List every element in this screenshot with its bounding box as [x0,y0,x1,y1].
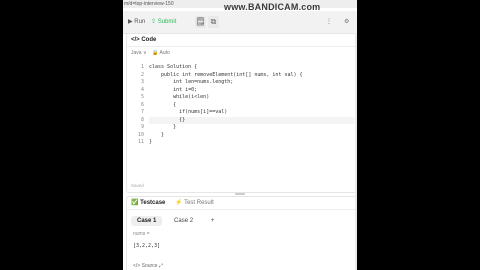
scrollbar[interactable] [355,33,357,270]
screen: m/d=top-interview-150 www.BANDICAM.com ▶… [123,0,357,270]
settings-icon[interactable]: ⚙ [344,16,349,28]
code-line: class Solution { [149,64,198,70]
line-number: 8 [140,116,144,123]
saved-status: Saved [131,183,144,188]
code-line: int len=nums.length; [149,79,234,85]
code-panel-title: </> Code [127,34,356,47]
code-line: } [149,131,165,138]
copy-icon[interactable]: ⧉ [208,16,219,28]
code-line: public int removeElement(int[] nums, int… [149,71,303,78]
case-1-tab[interactable]: Case 1 [131,216,163,226]
test-tabs: ✅ Testcase ⚡ Test Result [127,197,356,210]
code-options: Java ∨ 🔒 Auto [127,47,356,61]
code-line: { [149,101,177,108]
code-line: if(nums[i]==val) [149,109,228,115]
line-number: 7 [140,109,144,115]
line-number: 6 [140,101,144,108]
auto-toggle[interactable]: 🔒 Auto [152,50,170,56]
case-tabs: Case 1 Case 2 + [127,210,356,228]
line-number: 1 [140,64,144,70]
input-label: nums = [133,231,150,237]
submit-button[interactable]: ⇪ Submit [151,16,176,28]
notes-icon[interactable]: 🗒 [195,16,206,28]
run-button[interactable]: ▶ Run [128,16,145,28]
code-panel: </> Code Java ∨ 🔒 Auto 1 2 3 4 5 6 7 8 9 10 11 cla… [126,33,357,193]
add-case-button[interactable]: + [205,216,221,226]
code-line: {} [149,116,354,124]
line-number: 11 [137,139,144,145]
line-number: 5 [140,94,144,100]
line-number: 9 [140,124,144,130]
line-number: 4 [140,86,144,93]
code-line: } [149,124,177,130]
line-gutter: 1 2 3 4 5 6 7 8 9 10 11 [127,64,144,147]
tab-test-result[interactable]: ⚡ Test Result [175,200,214,206]
language-select[interactable]: Java ∨ [131,50,147,56]
code-line: while(i<len) [149,94,210,100]
code-line: } [149,139,153,145]
line-number: 2 [140,71,144,78]
source-toggle[interactable]: </> Source ⤢ [133,263,163,269]
code-editor[interactable]: class Solution { public int removeElemen… [149,64,354,147]
test-panel: ✅ Testcase ⚡ Test Result Case 1 Case 2 +… [126,196,357,270]
toolbar: ▶ Run ⇪ Submit 🗒 ⧉ ⋮ ⚙ [123,11,357,34]
input-value[interactable]: [3,2,2,3] [127,240,356,252]
case-2-tab[interactable]: Case 2 [168,216,199,226]
tab-testcase[interactable]: ✅ Testcase [131,200,165,206]
line-number: 3 [140,79,144,85]
code-line: int i=0; [149,86,198,93]
panel-resize-handle[interactable] [235,193,245,195]
line-number: 10 [137,131,144,138]
more-icon[interactable]: ⋮ [326,16,332,28]
